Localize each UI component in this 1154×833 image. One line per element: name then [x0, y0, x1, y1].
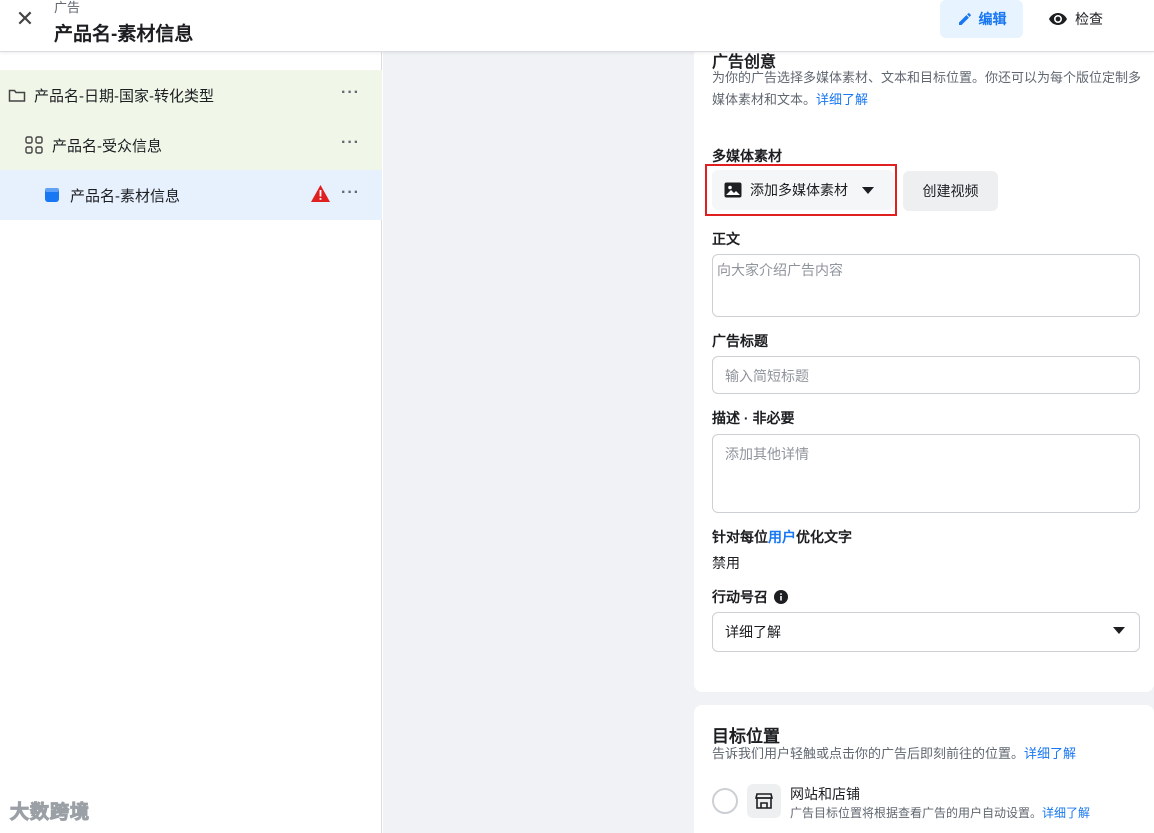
website-option-learn-more-link[interactable]: 详细了解 — [1042, 806, 1090, 820]
tree-item-label: 产品名-受众信息 — [52, 137, 162, 155]
optimize-suffix: 优化文字 — [796, 529, 852, 545]
optimize-user-link[interactable]: 用户 — [768, 529, 796, 545]
cta-selected-value: 详细了解 — [725, 624, 781, 640]
ad-icon — [45, 188, 59, 202]
cta-select[interactable]: 详细了解 — [712, 612, 1140, 652]
optimize-text-value: 禁用 — [712, 555, 740, 571]
top-header: ✕ 广告 产品名-素材信息 编辑 检查 — [0, 0, 1154, 52]
headline-label: 广告标题 — [712, 333, 768, 349]
more-options-icon[interactable]: ··· — [341, 134, 360, 152]
caret-down-icon — [862, 186, 874, 194]
page-title: 产品名-素材信息 — [54, 24, 194, 45]
info-icon[interactable] — [774, 590, 788, 604]
add-media-label: 添加多媒体素材 — [750, 182, 848, 198]
destination-description: 告诉我们用户轻触或点击你的广告后即刻前往的位置。详细了解 — [712, 743, 1076, 765]
review-button[interactable]: 检查 — [1036, 0, 1116, 38]
image-icon — [724, 182, 742, 198]
optimize-prefix: 针对每位 — [712, 529, 768, 545]
website-option-desc-text: 广告目标位置将根据查看广告的用户自动设置。 — [790, 806, 1043, 820]
close-icon[interactable]: ✕ — [14, 8, 36, 30]
primary-text-label: 正文 — [712, 231, 740, 247]
more-options-icon[interactable]: ··· — [341, 84, 360, 102]
tree-item-label: 产品名-素材信息 — [70, 187, 180, 205]
tree-item-ad[interactable]: 产品名-素材信息 ··· — [0, 170, 382, 220]
pencil-icon — [958, 13, 971, 25]
watermark-logo: 大数跨境 — [9, 802, 91, 824]
canvas-area — [383, 52, 694, 833]
headline-field[interactable]: 输入简短标题 — [712, 356, 1140, 394]
caret-down-icon — [1113, 627, 1125, 634]
creative-description-text: 为你的广告选择多媒体素材、文本和目标位置。你还可以为每个版位定制多媒体素材和文本… — [712, 70, 1142, 107]
create-video-button[interactable]: 创建视频 — [903, 171, 998, 211]
tree-item-adset[interactable]: 产品名-受众信息 ··· — [0, 120, 382, 170]
destination-learn-more-link[interactable]: 详细了解 — [1024, 746, 1076, 761]
add-media-button[interactable]: 添加多媒体素材 — [712, 170, 894, 210]
edit-button[interactable]: 编辑 — [940, 0, 1023, 38]
website-option-title: 网站和店铺 — [790, 786, 860, 802]
tree-item-campaign[interactable]: 产品名-日期-国家-转化类型 ··· — [0, 70, 382, 120]
description-label: 描述 · 非必要 — [712, 410, 795, 426]
primary-text-field[interactable]: 向大家介绍广告内容 — [712, 254, 1140, 317]
description-field[interactable]: 添加其他详情 — [712, 434, 1140, 513]
folder-icon — [8, 89, 26, 102]
creative-description: 为你的广告选择多媒体素材、文本和目标位置。你还可以为每个版位定制多媒体素材和文本… — [712, 67, 1142, 111]
storefront-icon — [747, 784, 781, 818]
cta-label: 行动号召 — [712, 589, 768, 605]
optimize-text-label: 针对每位用户优化文字 — [712, 527, 852, 547]
website-option-description: 广告目标位置将根据查看广告的用户自动设置。详细了解 — [790, 804, 1090, 821]
warning-icon — [311, 185, 330, 202]
more-options-icon[interactable]: ··· — [341, 184, 360, 202]
eye-icon — [1049, 13, 1067, 25]
cta-label-row: 行动号召 — [712, 587, 788, 607]
edit-label: 编辑 — [978, 11, 1007, 27]
creative-learn-more-link[interactable]: 详细了解 — [816, 92, 868, 107]
grid-icon — [25, 136, 43, 154]
media-label: 多媒体素材 — [712, 148, 782, 164]
website-radio[interactable] — [712, 788, 738, 814]
destination-description-text: 告诉我们用户轻触或点击你的广告后即刻前往的位置。 — [712, 746, 1025, 761]
review-label: 检查 — [1075, 11, 1103, 27]
tree-item-label: 产品名-日期-国家-转化类型 — [34, 87, 214, 105]
campaign-tree: 产品名-日期-国家-转化类型 ··· 产品名-受众信息 ··· 产品名-素材信息… — [0, 52, 382, 833]
header-subtitle: 广告 — [54, 0, 81, 15]
